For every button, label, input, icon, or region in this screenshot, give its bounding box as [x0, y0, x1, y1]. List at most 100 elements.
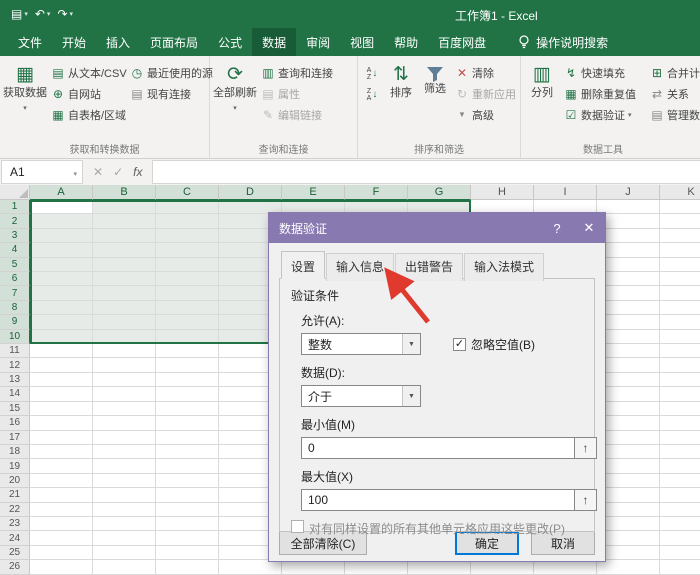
column-header-E[interactable]: E [282, 185, 345, 200]
row-header-7[interactable]: 7 [0, 286, 30, 300]
cell-C5[interactable] [156, 258, 219, 272]
insert-function-icon[interactable]: fx [133, 165, 142, 179]
cell-K26[interactable] [660, 560, 700, 574]
cell-K16[interactable] [660, 416, 700, 430]
row-header-5[interactable]: 5 [0, 258, 30, 272]
cell-K19[interactable] [660, 459, 700, 473]
column-header-H[interactable]: H [471, 185, 534, 200]
cell-A14[interactable] [30, 387, 93, 401]
cell-B4[interactable] [93, 243, 156, 257]
dialog-tab-input-message[interactable]: 输入信息 [326, 253, 394, 281]
cell-C24[interactable] [156, 531, 219, 545]
cell-J7[interactable] [597, 286, 660, 300]
cell-A23[interactable] [30, 517, 93, 531]
tab-baidu-netdisk[interactable]: 百度网盘 [428, 28, 496, 56]
row-header-12[interactable]: 12 [0, 358, 30, 372]
cell-B20[interactable] [93, 474, 156, 488]
column-header-A[interactable]: A [30, 185, 93, 200]
cell-C15[interactable] [156, 402, 219, 416]
advanced-filter-button[interactable]: ▼高级 [452, 104, 516, 125]
tab-view[interactable]: 视图 [340, 28, 384, 56]
cell-B14[interactable] [93, 387, 156, 401]
tab-review[interactable]: 审阅 [296, 28, 340, 56]
column-header-D[interactable]: D [219, 185, 282, 200]
edit-links-button[interactable]: ✎编辑链接 [258, 104, 348, 125]
queries-connections-button[interactable]: ▥查询和连接 [258, 62, 348, 83]
cell-J13[interactable] [597, 373, 660, 387]
cell-J4[interactable] [597, 243, 660, 257]
tab-insert[interactable]: 插入 [96, 28, 140, 56]
row-header-13[interactable]: 13 [0, 373, 30, 387]
tab-file[interactable]: 文件 [8, 28, 52, 56]
cell-B16[interactable] [93, 416, 156, 430]
cell-C12[interactable] [156, 358, 219, 372]
cell-C8[interactable] [156, 301, 219, 315]
cell-A8[interactable] [30, 301, 93, 315]
existing-connections-button[interactable]: ▤现有连接 [127, 83, 215, 104]
row-header-1[interactable]: 1 [0, 200, 30, 214]
cell-J6[interactable] [597, 272, 660, 286]
row-header-25[interactable]: 25 [0, 546, 30, 560]
flash-fill-button[interactable]: ↯快速填充 [561, 62, 647, 83]
row-header-20[interactable]: 20 [0, 474, 30, 488]
cell-C14[interactable] [156, 387, 219, 401]
cell-J15[interactable] [597, 402, 660, 416]
cell-J22[interactable] [597, 503, 660, 517]
cell-K21[interactable] [660, 488, 700, 502]
column-header-B[interactable]: B [93, 185, 156, 200]
cell-B12[interactable] [93, 358, 156, 372]
dialog-title-bar[interactable]: 数据验证 ? ✕ [269, 213, 605, 243]
cell-J18[interactable] [597, 445, 660, 459]
dialog-close-button[interactable]: ✕ [573, 213, 605, 243]
cell-J14[interactable] [597, 387, 660, 401]
cell-C3[interactable] [156, 229, 219, 243]
cell-C6[interactable] [156, 272, 219, 286]
cell-A5[interactable] [30, 258, 93, 272]
cell-A17[interactable] [30, 431, 93, 445]
row-header-26[interactable]: 26 [0, 560, 30, 574]
cell-K5[interactable] [660, 258, 700, 272]
tell-me-search[interactable]: 操作说明搜索 [518, 28, 608, 56]
cell-B22[interactable] [93, 503, 156, 517]
cell-J5[interactable] [597, 258, 660, 272]
cell-C26[interactable] [156, 560, 219, 574]
cell-B3[interactable] [93, 229, 156, 243]
cell-C13[interactable] [156, 373, 219, 387]
cell-K10[interactable] [660, 330, 700, 344]
cell-J3[interactable] [597, 229, 660, 243]
cell-J16[interactable] [597, 416, 660, 430]
row-header-17[interactable]: 17 [0, 431, 30, 445]
column-header-K[interactable]: K [660, 185, 700, 200]
cell-C11[interactable] [156, 344, 219, 358]
dialog-tab-settings[interactable]: 设置 [281, 251, 325, 279]
row-header-22[interactable]: 22 [0, 503, 30, 517]
reapply-button[interactable]: ↻重新应用 [452, 83, 516, 104]
cell-A4[interactable] [30, 243, 93, 257]
cell-A13[interactable] [30, 373, 93, 387]
row-header-6[interactable]: 6 [0, 272, 30, 286]
cell-K24[interactable] [660, 531, 700, 545]
cell-K8[interactable] [660, 301, 700, 315]
cell-B23[interactable] [93, 517, 156, 531]
cell-B1[interactable] [93, 200, 156, 214]
cell-A11[interactable] [30, 344, 93, 358]
column-header-F[interactable]: F [345, 185, 408, 200]
data-dropdown[interactable]: 介于 ▼ [301, 385, 421, 407]
tab-home[interactable]: 开始 [52, 28, 96, 56]
properties-button[interactable]: ▤属性 [258, 83, 348, 104]
get-data-button[interactable]: ▦ 获取数据 ▾ [2, 58, 48, 142]
cell-B9[interactable] [93, 315, 156, 329]
cell-C23[interactable] [156, 517, 219, 531]
cell-A16[interactable] [30, 416, 93, 430]
cell-J10[interactable] [597, 330, 660, 344]
cell-J17[interactable] [597, 431, 660, 445]
save-button[interactable]: ▤▾ [8, 7, 31, 21]
cell-C7[interactable] [156, 286, 219, 300]
row-header-18[interactable]: 18 [0, 445, 30, 459]
cell-K15[interactable] [660, 402, 700, 416]
sort-button[interactable]: ⇅ 排序 [384, 58, 418, 142]
dialog-tab-ime-mode[interactable]: 输入法模式 [464, 253, 544, 281]
cell-B24[interactable] [93, 531, 156, 545]
cell-J19[interactable] [597, 459, 660, 473]
cell-K20[interactable] [660, 474, 700, 488]
